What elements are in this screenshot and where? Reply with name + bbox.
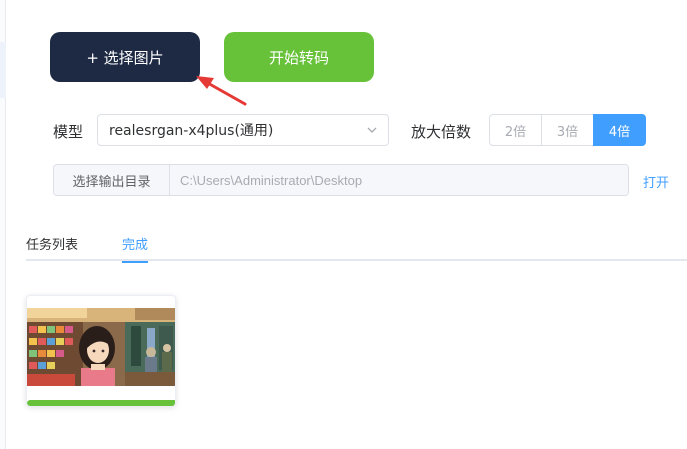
start-convert-button[interactable]: 开始转码 (224, 32, 374, 82)
open-folder-link[interactable]: 打开 (643, 172, 669, 191)
select-image-button[interactable]: + 选择图片 (50, 32, 200, 82)
progress-fill (27, 400, 175, 406)
output-dir-group: 选择输出目录 (53, 164, 629, 196)
scale-option-2x[interactable]: 2倍 (489, 114, 542, 146)
model-select-value: realesrgan-x4plus(通用) (109, 123, 274, 139)
sidebar-selected-item[interactable] (0, 42, 6, 98)
output-path-field[interactable] (170, 165, 628, 195)
select-output-dir-button[interactable]: 选择输出目录 (54, 165, 170, 195)
result-card[interactable] (26, 295, 176, 407)
model-label: 模型 (53, 123, 84, 141)
tab-task-list[interactable]: 任务列表 (26, 234, 78, 261)
scale-option-3x[interactable]: 3倍 (541, 114, 594, 146)
sidebar-edge (0, 0, 6, 449)
conversion-progress-bar (27, 400, 175, 406)
anime-girl-shop-image (27, 308, 175, 386)
model-select[interactable]: realesrgan-x4plus(通用) (97, 114, 389, 146)
chevron-down-icon (367, 127, 377, 133)
scale-segmented-control: 2倍 3倍 4倍 (489, 114, 646, 146)
scale-label: 放大倍数 (411, 123, 472, 141)
scale-option-4x[interactable]: 4倍 (593, 114, 646, 146)
task-tabs: 任务列表 完成 (26, 230, 687, 263)
tab-done[interactable]: 完成 (122, 234, 149, 263)
